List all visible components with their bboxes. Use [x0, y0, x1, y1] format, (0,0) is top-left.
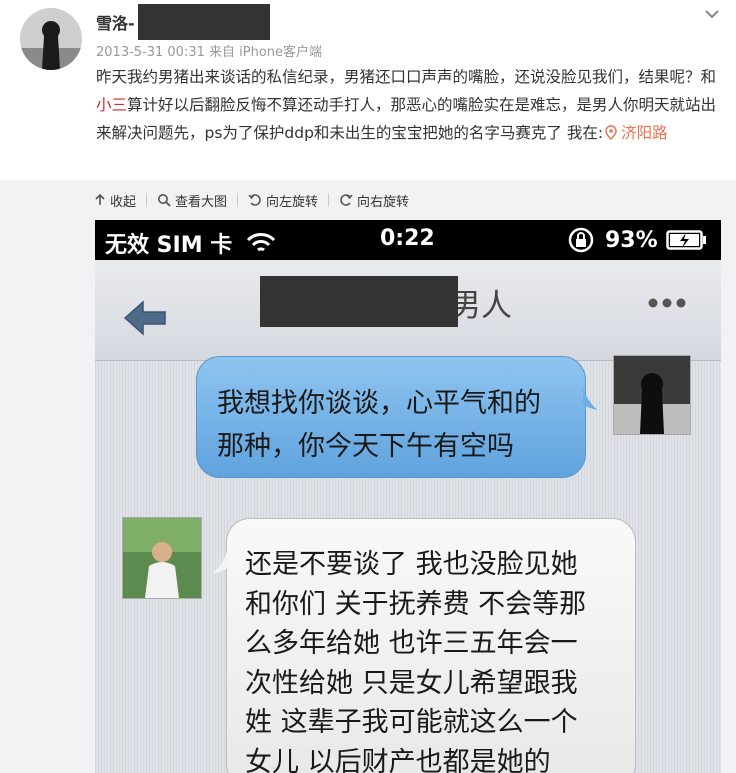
- received-message-line: 和你们 关于抚养费 不会等那: [245, 588, 587, 620]
- chat-screenshot[interactable]: 无效 SIM 卡 0:22 93% 男人 我想找你谈谈，心平气和的 那种，你今天…: [95, 220, 721, 773]
- rotate-right-label: 向右旋转: [357, 194, 410, 210]
- rotate-right-button[interactable]: 向右旋转: [339, 191, 409, 210]
- chevron-down-icon[interactable]: [704, 6, 720, 22]
- username[interactable]: 雪洛-: [96, 10, 135, 34]
- post-text-1: 昨天我约男猪出来谈话的私信纪录，男猪还口口声声的嘴脸，还说没脸见我们，结果呢？和: [96, 68, 717, 86]
- sent-message-line: 我想找你谈谈，心平气和的: [217, 388, 541, 419]
- battery-percent: 93%: [605, 227, 658, 253]
- battery-charging-icon: [665, 230, 706, 250]
- received-message-line: 还是不要谈了 我也没脸见她: [245, 549, 578, 580]
- collapse-button[interactable]: 收起: [94, 191, 136, 210]
- toolbar-divider: [237, 193, 239, 207]
- carrier-text: 无效 SIM 卡: [105, 233, 233, 258]
- rotate-left-label: 向左旋转: [266, 194, 319, 210]
- more-options-icon[interactable]: [643, 290, 691, 316]
- view-large-button[interactable]: 查看大图: [157, 191, 227, 210]
- location-link[interactable]: 济阳路: [603, 124, 668, 142]
- toolbar-divider: [328, 193, 330, 207]
- received-message-line: 女儿 以后财产也都是她的: [245, 746, 551, 773]
- weibo-post: 雪洛- 2013-5-31 00:31 来自 iPhone客户端 昨天我约男猪出…: [0, 0, 736, 180]
- wifi-icon: [247, 233, 276, 252]
- rotate-left-icon: [248, 194, 261, 206]
- rotate-left-button[interactable]: 向左旋转: [248, 191, 318, 210]
- sent-message-bubble: 我想找你谈谈，心平气和的 那种，你今天下午有空吗: [196, 356, 586, 478]
- collapse-icon: [95, 193, 105, 205]
- magnifier-icon: [158, 194, 171, 207]
- highlight-link[interactable]: 小三: [96, 96, 127, 114]
- contact-avatar[interactable]: [122, 517, 202, 599]
- sent-bubble-tail: [583, 388, 598, 410]
- received-message-bubble: 还是不要谈了 我也没脸见她 和你们 关于抚养费 不会等那 么多年给她 也许三五年…: [226, 518, 636, 773]
- chat-nav-bar: 男人: [95, 260, 721, 361]
- battery-group: 93%: [567, 226, 708, 254]
- received-message-line: 么多年给她 也许三五年会一: [245, 628, 578, 659]
- toolbar-divider: [146, 193, 148, 207]
- collapse-label: 收起: [110, 194, 137, 210]
- rotate-right-icon: [340, 194, 353, 206]
- image-toolbar: 收起 查看大图 向左旋转 向右旋转: [94, 189, 409, 211]
- post-content: 昨天我约男猪出来谈话的私信纪录，男猪还口口声声的嘴脸，还说没脸见我们，结果呢？和…: [96, 63, 718, 149]
- carrier-group: 无效 SIM 卡: [105, 227, 276, 259]
- phone-status-bar: 无效 SIM 卡 0:22 93%: [95, 220, 721, 260]
- location-pin-icon: [605, 121, 617, 149]
- chat-title: 男人: [450, 288, 512, 324]
- received-bubble-tail: [211, 552, 227, 574]
- clock-text: 0:22: [380, 226, 435, 251]
- contact-name-redaction: [260, 276, 458, 327]
- back-arrow-icon[interactable]: [121, 300, 169, 340]
- my-avatar[interactable]: [613, 355, 691, 435]
- received-message-line: 次性给她 只是女儿希望跟我: [245, 667, 578, 699]
- received-message-line: 姓 这辈子我可能就这么一个: [245, 707, 578, 738]
- user-avatar[interactable]: [20, 8, 82, 70]
- post-meta: 2013-5-31 00:31 来自 iPhone客户端: [96, 45, 323, 60]
- sent-message-line: 那种，你今天下午有空吗: [217, 431, 514, 462]
- view-large-label: 查看大图: [175, 194, 228, 210]
- location-name: 济阳路: [621, 124, 668, 142]
- rotation-lock-icon: [568, 227, 594, 253]
- username-redaction: [138, 4, 270, 40]
